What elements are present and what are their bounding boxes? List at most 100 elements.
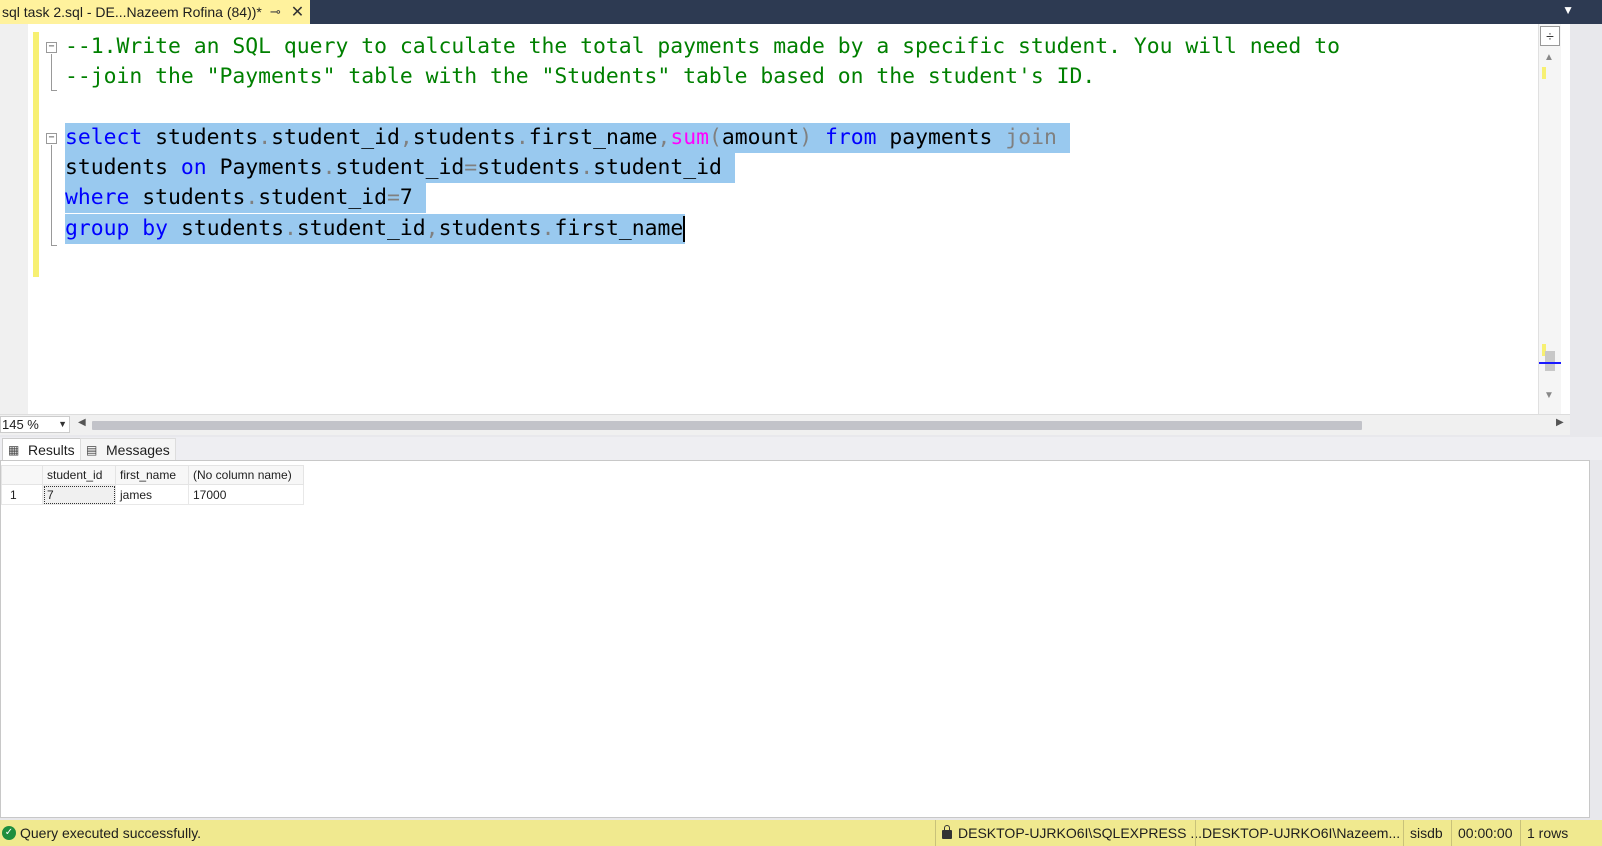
pin-icon[interactable]: ⊸ (270, 4, 281, 20)
change-marker (1542, 67, 1546, 79)
table-cell[interactable]: 7 (42, 484, 116, 505)
table-row: 1 7 james 17000 (1, 484, 304, 505)
code-token: first_name (528, 125, 658, 150)
code-token: . (283, 216, 297, 241)
code-token: , (657, 125, 671, 150)
code-token: students (477, 155, 581, 180)
code-token: . (258, 125, 272, 150)
close-icon[interactable]: ✕ (291, 2, 304, 22)
code-token: payments (889, 125, 993, 150)
results-tab-bar: ▦ Results ▤ Messages (0, 437, 1602, 460)
code-token: first_name (554, 216, 684, 241)
code-token: amount (721, 125, 800, 150)
table-header-row: student_id first_name (No column name) (1, 465, 304, 485)
code-token: . (580, 155, 594, 180)
tab-messages[interactable]: ▤ Messages (80, 438, 176, 460)
code-token: students (65, 155, 169, 180)
status-server-text: DESKTOP-UJRKO6I\SQLEXPRESS ... (958, 825, 1203, 841)
code-keyword: group (65, 216, 130, 241)
scroll-up-icon[interactable]: ▲ (1544, 52, 1554, 63)
editor-gutter (0, 24, 28, 414)
document-tab-title[interactable]: sql task 2.sql - DE...Nazeem Rofina (84)… (0, 4, 262, 20)
status-user: DESKTOP-UJRKO6I\Nazeem... (1195, 820, 1400, 846)
results-table: student_id first_name (No column name) 1… (1, 465, 304, 505)
code-token: ) (799, 125, 813, 150)
code-token: students (438, 216, 542, 241)
code-token: students (180, 216, 284, 241)
query-editor[interactable]: − − --1.Write an SQL query to calculate … (0, 24, 1570, 414)
editor-bottom-bar: 145 % ▼ ◀ ▶ (0, 414, 1570, 435)
code-token: students (142, 185, 246, 210)
code-token: students (155, 125, 259, 150)
column-header[interactable]: first_name (115, 465, 189, 485)
code-comment-line: --1.Write an SQL query to calculate the … (65, 34, 1340, 59)
code-keyword: select (65, 125, 143, 150)
code-keyword: on (180, 155, 207, 180)
change-tracking-bar (33, 32, 39, 277)
table-cell[interactable]: 17000 (188, 484, 304, 505)
table-cell[interactable]: james (115, 484, 189, 505)
messages-icon: ▤ (86, 442, 98, 457)
check-circle-icon: ✓ (2, 826, 16, 840)
code-token: student_id (271, 125, 400, 150)
status-server: DESKTOP-UJRKO6I\SQLEXPRESS ... (935, 820, 1202, 846)
code-keyword: by (142, 216, 169, 241)
status-row-count: 1 rows (1520, 820, 1568, 846)
document-tab[interactable]: sql task 2.sql - DE...Nazeem Rofina (84)… (0, 0, 311, 24)
status-database: sisdb (1403, 820, 1443, 846)
code-line-select: select students.student_id,students.firs… (65, 123, 1070, 153)
grid-icon: ▦ (8, 442, 20, 457)
code-token: . (322, 155, 336, 180)
column-header[interactable]: (No column name) (188, 465, 304, 485)
chevron-down-icon[interactable]: ▼ (1562, 3, 1574, 17)
row-number-header[interactable] (1, 465, 43, 485)
zoom-value: 145 % (2, 417, 39, 432)
fold-guide-end (51, 245, 57, 246)
caret-position-marker (1539, 362, 1561, 364)
code-token: student_id (258, 185, 388, 210)
split-icon[interactable]: ÷ (1540, 26, 1560, 46)
code-token: = (464, 155, 478, 180)
code-token: Payments (219, 155, 323, 180)
code-token: 7 (399, 185, 413, 210)
status-message: Query executed successfully. (20, 825, 202, 841)
scroll-left-icon[interactable]: ◀ (78, 417, 86, 428)
chevron-down-icon[interactable]: ▼ (58, 417, 67, 432)
horizontal-scrollbar[interactable]: ◀ ▶ (78, 415, 1568, 435)
zoom-dropdown[interactable]: 145 % ▼ (0, 416, 70, 433)
text-caret (683, 216, 686, 242)
vertical-scrollbar[interactable]: ÷ ▲ ▼ (1538, 24, 1561, 414)
collapse-icon[interactable]: − (46, 133, 57, 144)
code-token: , (425, 216, 439, 241)
results-grid[interactable]: student_id first_name (No column name) 1… (0, 460, 1590, 818)
code-comment-line: --join the "Payments" table with the "St… (65, 64, 1096, 89)
code-token: . (541, 216, 555, 241)
code-line-group-by: group by students.student_id,students.fi… (65, 214, 686, 244)
code-token: . (515, 125, 529, 150)
scroll-down-icon[interactable]: ▼ (1544, 390, 1554, 401)
lock-icon (942, 825, 952, 839)
status-elapsed-time: 00:00:00 (1451, 820, 1513, 846)
code-function: sum (670, 125, 710, 150)
tab-messages-label: Messages (106, 441, 170, 458)
collapse-icon[interactable]: − (46, 42, 57, 53)
code-token: = (387, 185, 400, 210)
row-number[interactable]: 1 (1, 484, 43, 505)
code-keyword: from (824, 125, 877, 150)
code-line-where: where students.student_id=7 (65, 183, 426, 213)
scroll-thumb[interactable] (92, 421, 1362, 430)
fold-guide-end (51, 90, 57, 91)
column-header[interactable]: student_id (42, 465, 116, 485)
tab-results[interactable]: ▦ Results (2, 438, 81, 460)
fold-guide (51, 54, 52, 90)
tab-results-label: Results (28, 441, 75, 458)
code-token: ( (709, 125, 722, 150)
code-token: student_id (335, 155, 465, 180)
code-token: , (399, 125, 413, 150)
scroll-thumb[interactable] (1545, 351, 1555, 371)
code-keyword: where (65, 185, 130, 210)
code-line-on: students on Payments.student_id=students… (65, 153, 735, 183)
scroll-right-icon[interactable]: ▶ (1556, 417, 1564, 428)
status-bar: ✓ Query executed successfully. DESKTOP-U… (0, 820, 1602, 846)
code-keyword: join (1005, 125, 1057, 150)
